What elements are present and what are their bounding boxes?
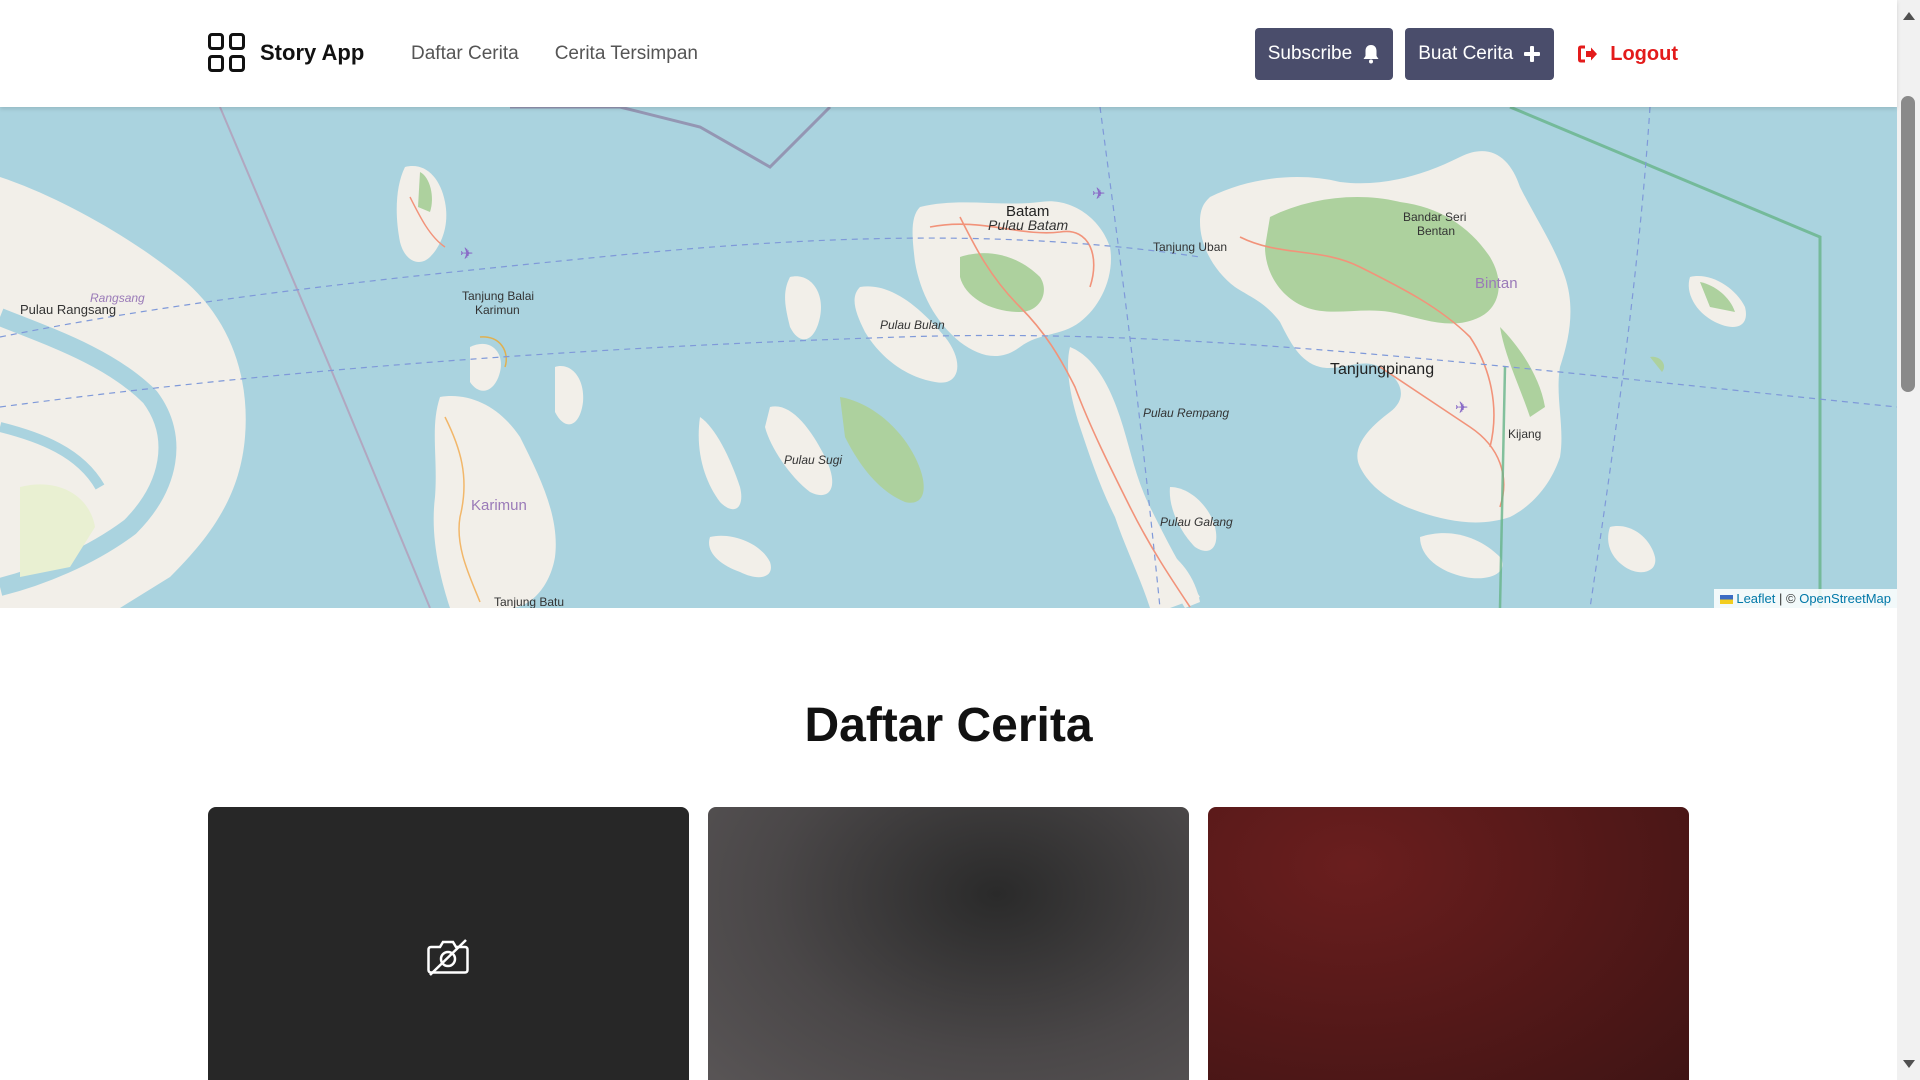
plus-icon (1524, 46, 1541, 62)
nav-cerita-tersimpan[interactable]: Cerita Tersimpan (555, 43, 698, 65)
map-label-bintan: Bintan (1475, 275, 1518, 292)
map-label-tanjung-balai: Tanjung Balai (462, 289, 535, 303)
map-label-pulau-rangsang: Pulau Rangsang (20, 302, 117, 317)
map-label-tanjungpinang: Tanjungpinang (1330, 361, 1435, 378)
logout-label: Logout (1610, 42, 1678, 65)
map-label-karimun: Karimun (471, 497, 527, 514)
ukraine-flag-icon (1720, 595, 1734, 605)
scroll-thumb[interactable] (1901, 96, 1915, 392)
create-story-button[interactable]: Buat Cerita (1405, 28, 1555, 80)
grid-icon (208, 33, 246, 73)
story-map[interactable]: ✈ ✈ ✈ Rangsang Pulau Rangsang Tanjung Ba… (0, 107, 1897, 608)
openstreetmap-link[interactable]: OpenStreetMap (1799, 591, 1891, 606)
map-label-karimun-town: Karimun (475, 303, 520, 317)
camera-off-icon (427, 939, 469, 976)
map-label-tanjung-batu: Tanjung Batu (494, 595, 565, 608)
story-card[interactable] (208, 807, 689, 1080)
map-label-pulau-sugi: Pulau Sugi (784, 453, 843, 467)
map-attribution: Leaflet | © OpenStreetMap (1714, 589, 1897, 608)
nav-daftar-cerita[interactable]: Daftar Cerita (411, 43, 519, 65)
brand-name: Story App (260, 40, 365, 65)
page-scrollbar[interactable] (1897, 0, 1920, 1080)
brand[interactable]: Story App (208, 33, 364, 73)
subscribe-label: Subscribe (1267, 43, 1353, 64)
story-card[interactable] (708, 807, 1189, 1080)
page-title: Daftar Cerita (804, 699, 1093, 752)
map-label-pulau-bulan: Pulau Bulan (880, 318, 945, 332)
attribution-separator: | © (1779, 591, 1796, 606)
scroll-up-arrow-icon[interactable] (1903, 12, 1915, 20)
header-actions: Subscribe Buat Cerita Logout (1254, 28, 1678, 80)
create-story-label: Buat Cerita (1418, 43, 1514, 64)
map-label-kijang: Kijang (1508, 427, 1542, 441)
bell-icon (1363, 45, 1379, 64)
svg-text:✈: ✈ (460, 244, 473, 263)
svg-text:✈: ✈ (1455, 398, 1468, 417)
story-card[interactable] (1208, 807, 1689, 1080)
scroll-down-arrow-icon[interactable] (1903, 1060, 1915, 1068)
map-label-pulau-galang: Pulau Galang (1160, 515, 1233, 529)
main-nav: Daftar Cerita Cerita Tersimpan (411, 43, 698, 65)
map-label-pulau-batam: Pulau Batam (988, 217, 1069, 233)
subscribe-button[interactable]: Subscribe (1254, 28, 1394, 80)
map-label-tanjung-uban: Tanjung Uban (1153, 240, 1228, 254)
map-label-pulau-rempang: Pulau Rempang (1143, 406, 1230, 420)
svg-text:✈: ✈ (1092, 184, 1105, 203)
map-tiles: ✈ ✈ ✈ (0, 107, 1897, 608)
logout-button[interactable]: Logout (1566, 43, 1678, 66)
map-label-bandar-seri: Bandar Seri (1403, 210, 1467, 224)
app-header: Story App Daftar Cerita Cerita Tersimpan… (0, 0, 1897, 107)
leaflet-link[interactable]: Leaflet (1736, 591, 1775, 606)
map-label-bentan: Bentan (1417, 224, 1456, 238)
sign-out-icon (1578, 45, 1598, 63)
